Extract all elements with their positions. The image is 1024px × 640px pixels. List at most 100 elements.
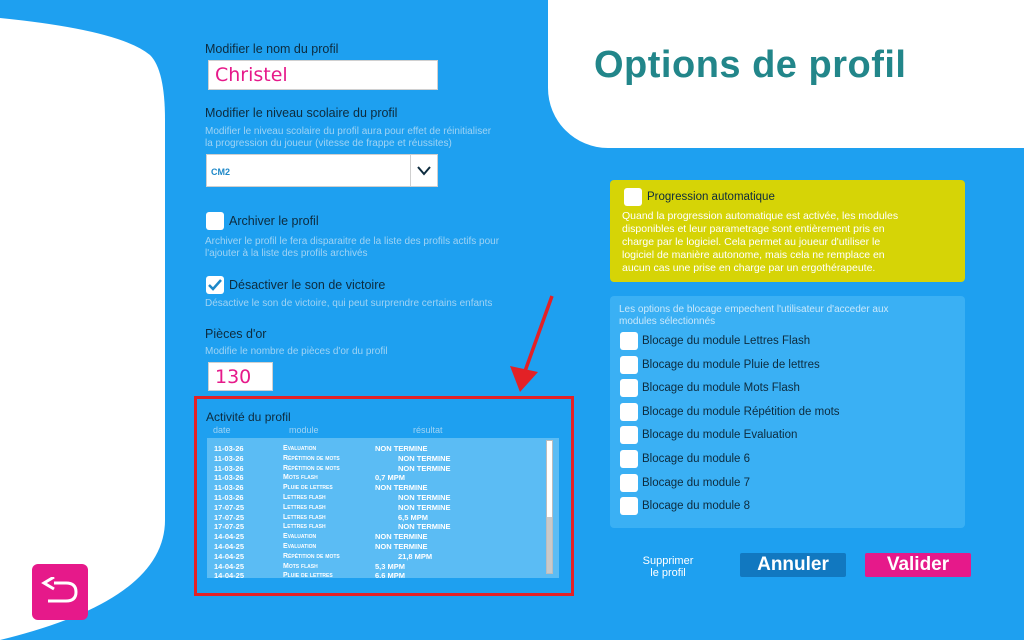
row-module: Pluie de lettres [283,484,333,492]
row-module: Evaluation [283,542,317,550]
school-level-label: Modifier le niveau scolaire du profil [205,106,398,120]
blocking-panel: Les options de blocage empechent l'utili… [610,296,965,528]
row-module: Lettres flash [283,523,326,531]
table-row: 11-03-26 Lettres flash NON TERMINE [214,493,544,503]
block-module-checkbox[interactable] [620,402,638,421]
row-date: 11-03-26 [214,453,244,463]
row-date: 11-03-26 [214,483,244,493]
row-result: NON TERMINE [398,463,451,473]
row-module: Lettres flash [283,503,326,511]
scrollbar-thumb[interactable] [547,517,552,573]
validate-button[interactable]: Valider [865,553,971,577]
row-date: 17-07-25 [214,522,245,532]
cancel-button[interactable]: Annuler [740,553,846,577]
archive-label: Archiver le profil [229,214,319,228]
activity-col-result: résultat [413,425,443,435]
school-level-hint-2: la progression du joueur (vitesse de fra… [205,138,452,149]
activity-rows: 11-03-26 Evaluation NON TERMINE 11-03-26 Rép… [214,444,544,578]
row-module: Lettres flash [283,493,326,501]
row-result: NON TERMINE [375,483,428,493]
archive-hint-1: Archiver le profil le fera disparaitre d… [205,236,500,247]
block-module-label: Blocage du module 8 [642,500,751,513]
table-row: 11-03-26 Mots flash 0,7 MPM [214,473,544,483]
row-date: 14-04-25 [214,571,245,578]
auto-progression-panel: Progression automatique Quand la progres… [610,180,965,282]
row-result: NON TERMINE [398,522,451,532]
table-row: 17-07-25 Lettres flash 6,5 MPM [214,513,544,523]
row-date: 14-04-25 [214,551,245,561]
table-row: 11-03-26 Répétition de mots NON TERMINE [214,454,544,464]
table-row: 14-04-25 Répétition de mots 21,8 MPM [214,552,544,562]
back-arrow-icon [41,577,78,603]
auto-progression-desc-line: aucun cas une prise en charge par un erg… [622,262,876,274]
delete-label-1: Supprimer [642,555,694,567]
blocking-hint-1: Les options de blocage empechent l'utili… [619,304,889,315]
row-date: 11-03-26 [214,463,244,473]
activity-col-module: module [289,425,319,435]
row-result: NON TERMINE [398,502,451,512]
auto-progression-desc-line: logiciel de manière autonome, mais cela … [622,249,885,261]
row-result: 5,3 MPM [375,561,406,571]
table-row: 11-03-26 Répétition de mots NON TERMINE [214,464,544,474]
page-title: Options de profil [594,44,907,86]
row-module: Evaluation [283,533,317,541]
block-module-checkbox[interactable] [620,450,638,468]
activity-list[interactable]: 11-03-26 Evaluation NON TERMINE 11-03-26 Rép… [207,438,559,578]
row-module: Pluie de lettres [283,572,333,578]
victory-sound-hint: Désactive le son de victoire, qui peut s… [205,298,493,309]
block-module-label: Blocage du module Répétition de mots [642,405,840,418]
row-module: Mots flash [283,562,318,570]
row-module: Mots flash [283,474,318,482]
block-module-label: Blocage du module Evaluation [642,429,798,442]
row-result: NON TERMINE [375,541,428,551]
annotation-arrow-icon [510,295,554,392]
block-module-checkbox[interactable] [620,355,638,374]
row-date: 17-07-25 [214,502,245,512]
block-module-label: Blocage du module 7 [642,476,751,489]
school-level-select[interactable]: CM2 [206,154,438,187]
row-result: NON TERMINE [398,453,451,463]
auto-progression-desc-line: disponibles et leur parametrage sont ent… [622,223,885,235]
row-date: 17-07-25 [214,512,245,522]
table-row: 11-03-26 Pluie de lettres NON TERMINE [214,483,544,493]
block-module-label: Blocage du module Lettres Flash [642,335,811,347]
archive-checkbox[interactable] [206,212,224,230]
row-module: Répétition de mots [283,552,340,560]
block-module-checkbox[interactable] [620,497,638,516]
gold-input[interactable]: 130 [208,362,273,391]
block-module-checkbox[interactable] [620,473,638,492]
delete-profile-button[interactable]: Supprimer le profil [630,555,706,579]
row-module: Répétition de mots [283,464,340,472]
row-date: 11-03-26 [214,492,244,502]
delete-label-2: le profil [650,567,686,579]
table-row: 14-04-25 Evaluation NON TERMINE [214,542,544,552]
block-module-checkbox[interactable] [620,379,638,398]
row-result: 6,6 MPM [375,571,406,578]
back-button[interactable] [32,564,88,620]
block-module-checkbox[interactable] [620,332,638,350]
table-row: 11-03-26 Evaluation NON TERMINE [214,444,544,454]
row-date: 14-04-25 [214,561,245,571]
table-row: 17-07-25 Lettres flash NON TERMINE [214,503,544,513]
victory-sound-label: Désactiver le son de victoire [229,278,386,292]
row-date: 11-03-26 [214,444,244,453]
table-row: 14-04-25 Pluie de lettres 6,6 MPM [214,571,544,578]
auto-progression-checkbox[interactable] [624,188,642,206]
check-icon [208,279,222,291]
profile-name-input[interactable]: Christel [208,60,438,90]
gold-hint: Modifie le nombre de pièces d'or du prof… [205,346,388,357]
victory-sound-checkbox[interactable] [206,276,224,294]
profile-name-label: Modifier le nom du profil [205,42,339,56]
block-module-checkbox[interactable] [620,426,638,445]
chevron-down-icon[interactable] [410,155,437,186]
table-row: 17-07-25 Lettres flash NON TERMINE [214,522,544,532]
gold-label: Pièces d'or [205,327,267,341]
block-module-label: Blocage du module Mots Flash [642,382,800,395]
row-date: 14-04-25 [214,541,245,551]
archive-hint-2: l'ajouter à la liste des profils archivé… [205,248,368,259]
row-date: 14-04-25 [214,532,245,542]
school-level-hint-1: Modifier le niveau scolaire du profil au… [205,126,492,137]
activity-scrollbar[interactable] [546,440,553,574]
table-row: 14-04-25 Evaluation NON TERMINE [214,532,544,542]
activity-panel: Activité du profil date module résultat … [194,396,574,596]
